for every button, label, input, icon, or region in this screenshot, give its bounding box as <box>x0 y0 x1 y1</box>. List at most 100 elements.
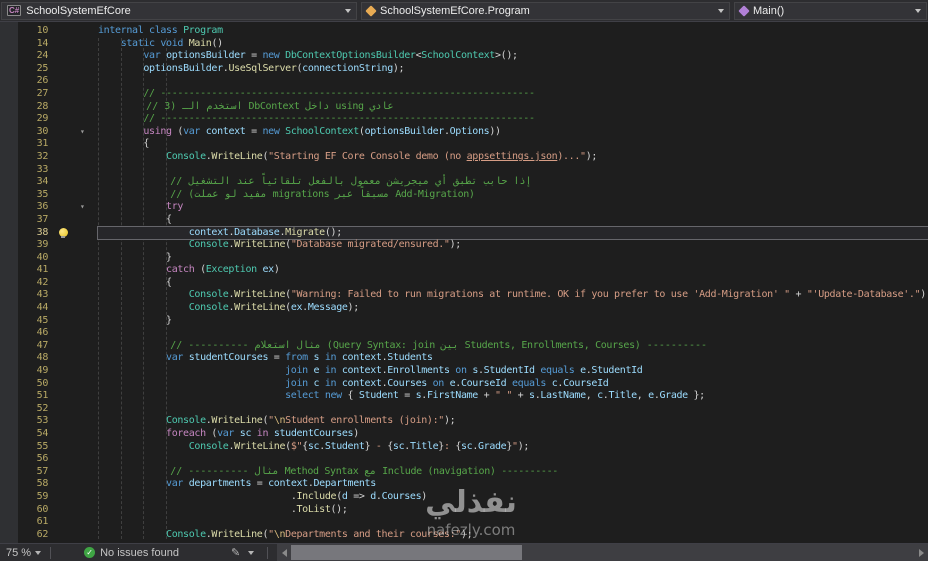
breakpoint-margin[interactable] <box>0 138 18 151</box>
breakpoint-margin[interactable] <box>0 239 18 252</box>
breakpoint-margin[interactable] <box>0 352 18 365</box>
breakpoint-margin[interactable] <box>0 378 18 391</box>
code-line[interactable]: 54 foreach (var sc in studentCourses) <box>0 428 928 441</box>
code-line[interactable]: 51 select new { Student = s.FirstName + … <box>0 390 928 403</box>
breakpoint-margin[interactable] <box>0 151 18 164</box>
breakpoint-margin[interactable] <box>0 453 18 466</box>
zoom-control[interactable]: 75 % <box>0 547 35 559</box>
fold-collapse-icon[interactable]: ▾ <box>80 126 85 139</box>
breakpoint-margin[interactable] <box>0 38 18 51</box>
breakpoint-margin[interactable] <box>0 302 18 315</box>
code-line[interactable]: 62 Console.WriteLine("\nDepartments and … <box>0 529 928 542</box>
breakpoint-margin[interactable] <box>0 201 18 214</box>
code-line[interactable]: 57 // ---------- مثال Method Syntax مع I… <box>0 466 928 479</box>
project-dropdown[interactable]: C# SchoolSystemEfCore <box>1 1 357 20</box>
breakpoint-margin[interactable] <box>0 529 18 542</box>
code-line[interactable]: 24 var optionsBuilder = new DbContextOpt… <box>0 50 928 63</box>
code-line[interactable]: 55 Console.WriteLine($"{sc.Student} - {s… <box>0 441 928 454</box>
type-dropdown[interactable]: SchoolSystemEfCore.Program <box>361 1 730 20</box>
code-line[interactable]: 60 .ToList(); <box>0 504 928 517</box>
breakpoint-margin[interactable] <box>0 227 18 240</box>
code-token: context <box>341 377 382 389</box>
horizontal-scrollbar[interactable] <box>277 544 928 561</box>
breakpoint-margin[interactable] <box>0 176 18 189</box>
code-line[interactable]: 29 // ----------------------------------… <box>0 113 928 126</box>
code-line[interactable]: 43 Console.WriteLine("Warning: Failed to… <box>0 289 928 302</box>
document-health-indicator[interactable]: No issues found <box>84 547 179 559</box>
breakpoint-margin[interactable] <box>0 403 18 416</box>
breakpoint-margin[interactable] <box>0 428 18 441</box>
breakpoint-margin[interactable] <box>0 164 18 177</box>
code-line[interactable]: 27 // ----------------------------------… <box>0 88 928 101</box>
code-line[interactable]: 26 <box>0 75 928 88</box>
pencil-icon[interactable] <box>231 546 240 559</box>
code-line[interactable]: 32 Console.WriteLine("Starting EF Core C… <box>0 151 928 164</box>
breakpoint-margin[interactable] <box>0 214 18 227</box>
breakpoint-margin[interactable] <box>0 516 18 529</box>
breakpoint-margin[interactable] <box>0 126 18 139</box>
breakpoint-margin[interactable] <box>0 189 18 202</box>
breakpoint-margin[interactable] <box>0 504 18 517</box>
code-line[interactable]: 31 { <box>0 138 928 151</box>
breakpoint-margin[interactable] <box>0 478 18 491</box>
breakpoint-margin[interactable] <box>0 315 18 328</box>
breakpoint-margin[interactable] <box>0 491 18 504</box>
code-line[interactable]: 41 catch (Exception ex) <box>0 264 928 277</box>
breakpoint-margin[interactable] <box>0 88 18 101</box>
breakpoint-margin[interactable] <box>0 441 18 454</box>
breakpoint-margin[interactable] <box>0 340 18 353</box>
code-line[interactable]: 34 // إذا حابب تطبق أي ميجريشن معمول بال… <box>0 176 928 189</box>
breakpoint-margin[interactable] <box>0 252 18 265</box>
breakpoint-margin[interactable] <box>0 289 18 302</box>
breakpoint-margin[interactable] <box>0 50 18 63</box>
fold-collapse-icon[interactable]: ▾ <box>80 201 85 214</box>
code-line[interactable]: 10 internal class Program <box>0 25 928 38</box>
code-line[interactable]: 61 <box>0 516 928 529</box>
code-line[interactable]: 49 join e in context.Enrollments on s.St… <box>0 365 928 378</box>
code-line[interactable]: 38 context.Database.Migrate(); <box>0 225 928 241</box>
breakpoint-margin[interactable] <box>0 277 18 290</box>
code-line[interactable]: 14 static void Main() <box>0 38 928 51</box>
breakpoint-margin[interactable] <box>0 101 18 114</box>
code-line[interactable]: 52 <box>0 403 928 416</box>
scrollbar-thumb[interactable] <box>291 545 522 560</box>
breakpoint-margin[interactable] <box>0 25 18 38</box>
code-line[interactable]: 25 optionsBuilder.UseSqlServer(connectio… <box>0 63 928 76</box>
scroll-right-button[interactable] <box>914 544 928 561</box>
code-line[interactable]: 33 <box>0 164 928 177</box>
code-line[interactable]: 46 <box>0 327 928 340</box>
code-line[interactable]: 50 join c in context.Courses on e.Course… <box>0 378 928 391</box>
breakpoint-margin[interactable] <box>0 466 18 479</box>
scrollbar-track[interactable] <box>291 544 914 561</box>
code-line[interactable]: 30 ▾ using (var context = new SchoolConte… <box>0 126 928 139</box>
code-line[interactable]: 53 Console.WriteLine("\nStudent enrollme… <box>0 415 928 428</box>
quick-actions-lightbulb-icon[interactable] <box>58 228 68 239</box>
scroll-left-button[interactable] <box>277 544 291 561</box>
breakpoint-margin[interactable] <box>0 75 18 88</box>
breakpoint-margin[interactable] <box>0 113 18 126</box>
code-token: Console <box>188 302 229 314</box>
code-line[interactable]: 35 // (مفيد لو عملت migrations مسبقاً عب… <box>0 189 928 202</box>
breakpoint-margin[interactable] <box>0 365 18 378</box>
code-line[interactable]: 47 // ---------- مثال استعلام (Query Syn… <box>0 340 928 353</box>
breakpoint-margin[interactable] <box>0 63 18 76</box>
breakpoint-margin[interactable] <box>0 415 18 428</box>
breakpoint-margin[interactable] <box>0 390 18 403</box>
code-line[interactable]: 48 var studentCourses = from s in contex… <box>0 352 928 365</box>
code-line[interactable]: 42 { <box>0 277 928 290</box>
code-line[interactable]: 40 } <box>0 252 928 265</box>
code-line[interactable]: 28 // 3) استخدم الـ DbContext داخل using… <box>0 101 928 114</box>
code-line[interactable]: 59 .Include(d => d.Courses) <box>0 491 928 504</box>
member-dropdown[interactable]: Main() <box>734 1 927 20</box>
code-line[interactable]: 36 ▾ try <box>0 201 928 214</box>
code-line[interactable]: 39 Console.WriteLine("Database migrated/… <box>0 239 928 252</box>
breakpoint-margin[interactable] <box>0 327 18 340</box>
code-line[interactable]: 58 var departments = context.Departments <box>0 478 928 491</box>
breakpoint-margin[interactable] <box>0 264 18 277</box>
caret-down-icon[interactable] <box>248 550 255 555</box>
code-line[interactable]: 44 Console.WriteLine(ex.Message); <box>0 302 928 315</box>
code-line[interactable]: 56 <box>0 453 928 466</box>
zoom-caret-icon[interactable] <box>35 550 42 555</box>
code-line[interactable]: 45 } <box>0 315 928 328</box>
code-line[interactable]: 37 { <box>0 214 928 227</box>
